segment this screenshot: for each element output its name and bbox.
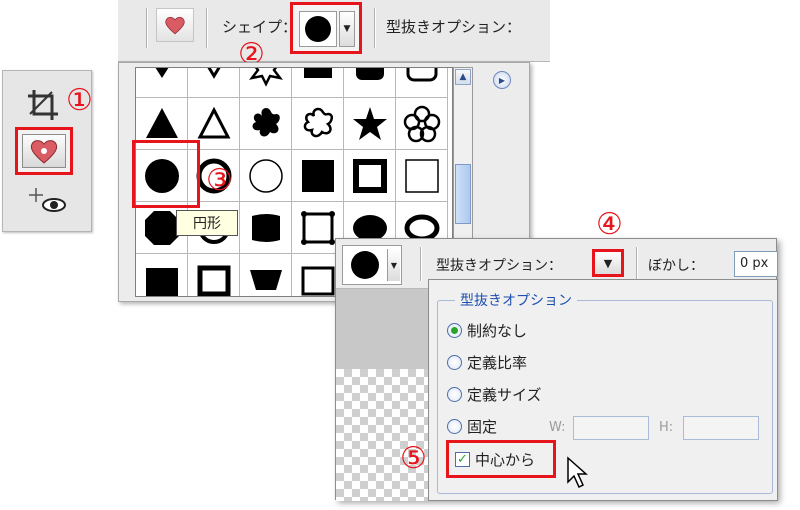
toolbar-divider xyxy=(146,8,147,48)
step-marker-3: ③ xyxy=(206,163,233,198)
triangle-outline-icon xyxy=(197,106,230,138)
step-marker-1: ① xyxy=(66,83,93,118)
red-eye-tool-icon[interactable] xyxy=(25,183,71,219)
radio-button[interactable] xyxy=(447,355,462,370)
square-outline-icon xyxy=(404,158,439,193)
shape-picker-dropdown-small[interactable]: ▼ xyxy=(342,245,402,285)
radio-defined-proportions[interactable]: 定義比率 xyxy=(447,352,527,373)
radio-button[interactable] xyxy=(447,419,462,434)
mouse-cursor-icon xyxy=(567,456,588,489)
shape-cell-square-small[interactable] xyxy=(136,254,188,296)
shape-cell-flower-outline[interactable] xyxy=(396,98,448,150)
shape-cell-triangle-down-outline[interactable] xyxy=(188,68,240,98)
radio-label: 固定 xyxy=(467,418,498,436)
width-input[interactable] xyxy=(573,416,649,440)
square-frame-small-icon xyxy=(197,265,230,296)
scroll-up-icon[interactable]: ▲ xyxy=(455,69,471,85)
radio-fixed[interactable]: 固定 xyxy=(447,416,497,437)
shape-cell-star[interactable] xyxy=(344,98,396,150)
radio-button[interactable] xyxy=(447,323,462,338)
shape-picker-dropdown[interactable]: ▼ xyxy=(290,2,362,54)
top-options-bar: シェイプ： ▼ 型抜きオプション： xyxy=(118,0,550,62)
transparent-canvas xyxy=(336,369,428,501)
selected-shape-highlight xyxy=(132,140,200,208)
from-center-label: 中心から xyxy=(475,450,536,469)
rounded-rect-icon xyxy=(355,68,384,80)
toolbar-divider xyxy=(374,8,375,48)
splat-icon xyxy=(252,107,280,136)
shape-cell-square-frame-small[interactable] xyxy=(188,254,240,296)
circle-outline-icon xyxy=(248,158,283,193)
square-frame-thin-icon xyxy=(301,266,334,295)
ticket-frame-icon xyxy=(300,210,335,245)
cut-option-label: 型抜きオプション： xyxy=(386,18,522,36)
step-marker-4: ④ xyxy=(596,207,623,242)
custom-shape-tool-button[interactable] xyxy=(15,127,73,175)
toolbar-divider xyxy=(206,8,207,48)
shape-cell-circle-outline[interactable] xyxy=(240,150,292,202)
shape-tool-button[interactable] xyxy=(156,8,194,42)
banner-outline-icon xyxy=(303,68,332,78)
width-label: W: xyxy=(549,420,566,435)
square-small-icon xyxy=(145,267,178,296)
shape-tooltip: 円形 xyxy=(176,210,238,236)
circle-swatch-icon xyxy=(299,11,337,47)
from-center-checkbox-row[interactable]: ✓ 中心から xyxy=(446,440,556,478)
trapezoid-icon xyxy=(249,269,282,290)
radio-label: 定義比率 xyxy=(467,354,528,372)
panel-menu-icon[interactable]: ▶ xyxy=(493,71,511,89)
shape-cell-rounded-rect[interactable] xyxy=(344,68,396,98)
star-icon xyxy=(352,106,387,140)
radio-label: 定義サイズ xyxy=(467,386,542,404)
shape-cell-square[interactable] xyxy=(292,150,344,202)
step-marker-5: ⑤ xyxy=(400,441,427,476)
canvas-area xyxy=(336,289,428,369)
shape-cell-square-frame[interactable] xyxy=(344,150,396,202)
height-label: H: xyxy=(659,420,674,435)
toolbar-divider xyxy=(420,247,421,281)
shape-cell-splat[interactable] xyxy=(240,98,292,150)
shape-label: シェイプ： xyxy=(222,18,298,36)
heart-icon xyxy=(165,17,185,35)
tag-icon xyxy=(251,213,280,242)
radio-button[interactable] xyxy=(447,387,462,402)
triangle-down-outline-icon xyxy=(207,68,220,79)
shape-cell-rounded-rect-outline[interactable] xyxy=(396,68,448,98)
radio-unconstrained[interactable]: 制約なし xyxy=(447,320,527,341)
shape-cell-splat-outline[interactable] xyxy=(292,98,344,150)
square-icon xyxy=(301,159,334,192)
feather-input[interactable]: 0 px xyxy=(734,251,778,277)
shape-cell-trapezoid[interactable] xyxy=(240,254,292,296)
triangle-icon xyxy=(145,107,178,138)
circle-swatch-icon xyxy=(346,249,384,281)
shape-cell-banner-outline[interactable] xyxy=(292,68,344,98)
shape-cell-star-burst-outline[interactable] xyxy=(240,68,292,98)
flower-outline-icon xyxy=(403,105,440,142)
cut-option-dropdown-button[interactable]: ▼ xyxy=(592,249,624,277)
shape-cell-triangle-down[interactable] xyxy=(136,68,188,98)
crop-tool-icon[interactable] xyxy=(23,85,63,125)
shape-cell-tag[interactable] xyxy=(240,202,292,254)
square-frame-icon xyxy=(352,158,387,193)
cut-options-title: 型抜きオプション xyxy=(455,290,577,310)
radio-defined-size[interactable]: 定義サイズ xyxy=(447,384,542,405)
toolbar-divider xyxy=(636,247,637,281)
scroll-thumb[interactable] xyxy=(455,164,471,224)
splat-outline-icon xyxy=(303,107,333,137)
star-burst-outline-icon xyxy=(248,68,283,87)
radio-label: 制約なし xyxy=(467,322,528,340)
feather-label: ぼかし： xyxy=(648,258,704,274)
chevron-down-icon[interactable]: ▼ xyxy=(387,249,400,281)
rounded-rect-outline-icon xyxy=(406,68,437,81)
cut-option-label: 型抜きオプション： xyxy=(436,258,562,274)
from-center-checkbox[interactable]: ✓ xyxy=(455,451,470,467)
chevron-down-icon[interactable]: ▼ xyxy=(339,11,355,47)
radio-dot xyxy=(451,327,458,334)
heart-shape-icon xyxy=(22,134,66,168)
height-input[interactable] xyxy=(683,416,759,440)
shape-cell-square-outline[interactable] xyxy=(396,150,448,202)
triangle-down-icon xyxy=(155,68,168,78)
